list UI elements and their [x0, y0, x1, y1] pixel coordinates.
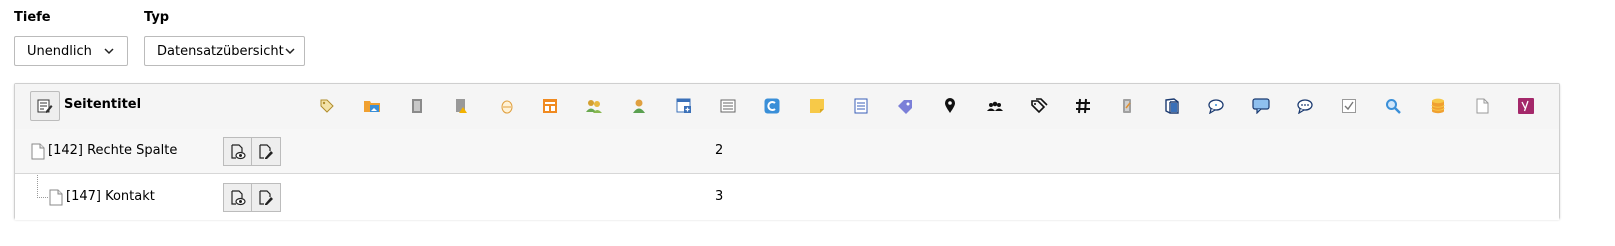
- edit-list-icon: [37, 99, 53, 113]
- type-select[interactable]: Datensatzübersicht: [144, 36, 305, 66]
- record-count: 3: [715, 189, 724, 204]
- tree-connector-line: [37, 175, 48, 198]
- chevron-down-icon: [284, 45, 296, 57]
- blank-page-icon[interactable]: [1473, 97, 1491, 115]
- view-icon: [230, 143, 246, 159]
- refresh-c-icon[interactable]: [763, 97, 781, 115]
- edit-icon: [259, 143, 273, 159]
- type-label: Typ: [144, 10, 170, 25]
- record-overview-panel: Seitentitel [142] Rechte Spalte 2 [147] …: [14, 83, 1560, 220]
- hashtag-icon[interactable]: [1074, 97, 1092, 115]
- comment-blue-icon[interactable]: [1252, 97, 1270, 115]
- view-icon: [230, 189, 246, 205]
- chevron-down-icon: [103, 45, 115, 57]
- user-icon[interactable]: [630, 97, 648, 115]
- table-row: [142] Rechte Spalte 2: [15, 129, 1559, 174]
- window-add-icon[interactable]: [675, 97, 693, 115]
- egg-icon[interactable]: [498, 97, 516, 115]
- edit-page-button[interactable]: [252, 137, 281, 166]
- type-filter: Typ: [144, 10, 169, 28]
- page-icon[interactable]: [49, 189, 63, 206]
- folder-image-icon[interactable]: [363, 97, 381, 115]
- document-gray-icon[interactable]: [408, 97, 426, 115]
- group-icon[interactable]: [986, 97, 1004, 115]
- page-icon[interactable]: [31, 143, 45, 160]
- table-header: Seitentitel: [15, 84, 1559, 130]
- checkbox-icon[interactable]: [1340, 97, 1358, 115]
- document-lines-icon[interactable]: [852, 97, 870, 115]
- book-icon[interactable]: [1163, 97, 1181, 115]
- yoast-icon[interactable]: [1517, 97, 1535, 115]
- column-title-header: Seitentitel: [64, 97, 142, 112]
- row-actions: [223, 183, 281, 212]
- label-purple-icon[interactable]: [896, 97, 914, 115]
- pencil-gray-icon[interactable]: [1118, 97, 1136, 115]
- type-select-value: Datensatzübersicht: [157, 43, 284, 59]
- view-page-button[interactable]: [223, 183, 252, 212]
- view-page-button[interactable]: [223, 137, 252, 166]
- orange-layout-icon[interactable]: [541, 97, 559, 115]
- sticky-note-icon[interactable]: [808, 97, 826, 115]
- row-page-title[interactable]: [147] Kontakt: [66, 189, 155, 204]
- depth-filter: Tiefe: [14, 10, 51, 28]
- map-pin-icon[interactable]: [941, 97, 959, 115]
- comment-dots-icon[interactable]: [1296, 97, 1314, 115]
- database-icon[interactable]: [1429, 97, 1447, 115]
- table-row: [147] Kontakt 3: [15, 175, 1559, 220]
- record-count: 2: [715, 143, 724, 158]
- edit-page-button[interactable]: [252, 183, 281, 212]
- row-actions: [223, 137, 281, 166]
- row-page-title[interactable]: [142] Rechte Spalte: [48, 143, 177, 158]
- depth-select[interactable]: Unendlich: [14, 36, 128, 66]
- tag-icon[interactable]: [318, 97, 336, 115]
- edit-icon: [259, 189, 273, 205]
- tags-black-icon[interactable]: [1030, 97, 1048, 115]
- speech-bubble-icon[interactable]: [1207, 97, 1225, 115]
- document-warning-icon[interactable]: [453, 97, 471, 115]
- search-icon[interactable]: [1384, 97, 1402, 115]
- depth-select-value: Unendlich: [27, 43, 92, 59]
- users-icon[interactable]: [585, 97, 603, 115]
- depth-label: Tiefe: [14, 10, 51, 25]
- text-lines-icon[interactable]: [719, 97, 737, 115]
- edit-page-titles-button[interactable]: [30, 91, 60, 121]
